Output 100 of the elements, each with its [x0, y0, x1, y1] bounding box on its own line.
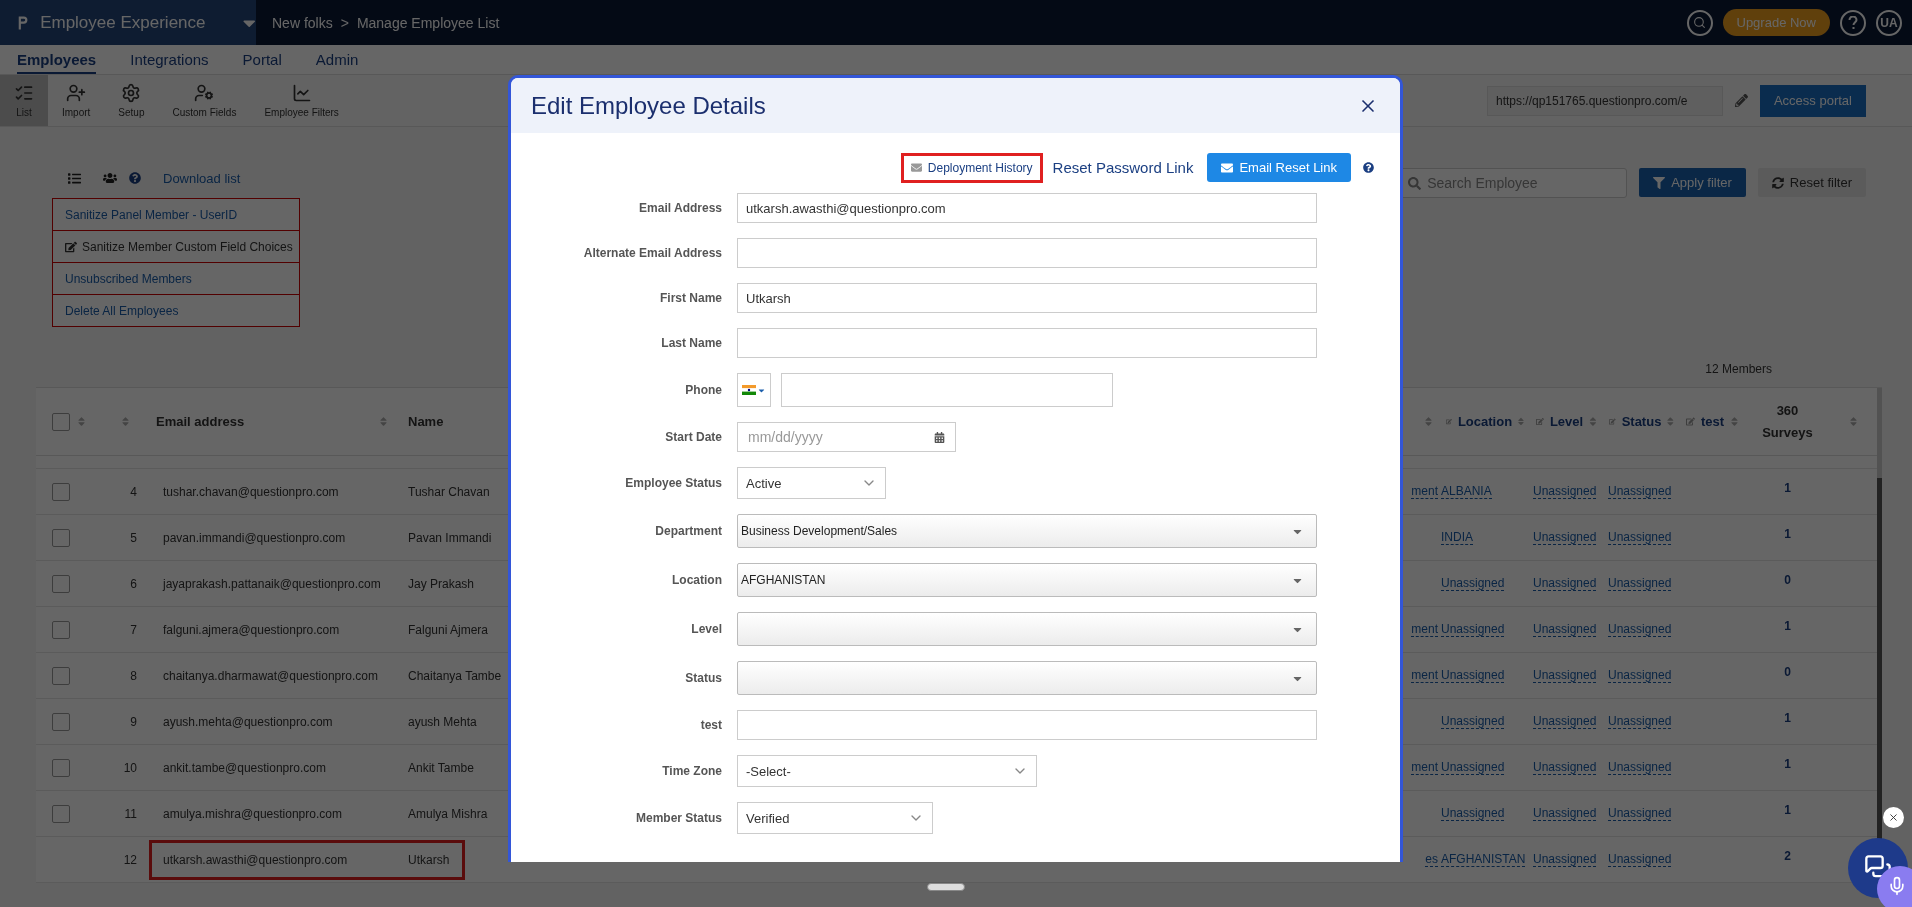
- select-field[interactable]: Active: [737, 467, 886, 499]
- location-cell[interactable]: Unassigned: [1441, 576, 1505, 591]
- status-cell[interactable]: Unassigned: [1608, 668, 1672, 683]
- department-cell[interactable]: ment: [1411, 622, 1438, 637]
- level-cell[interactable]: Unassigned: [1533, 484, 1597, 499]
- nav-tab[interactable]: Admin: [315, 51, 359, 74]
- status-cell[interactable]: Unassigned: [1608, 806, 1672, 821]
- location-cell[interactable]: Unassigned: [1441, 668, 1505, 683]
- edit-icon[interactable]: [1686, 416, 1695, 427]
- sort-icon[interactable]: [1589, 416, 1597, 427]
- surveys-count[interactable]: 1: [1745, 618, 1830, 641]
- row-checkbox[interactable]: [52, 712, 70, 731]
- status-cell[interactable]: Unassigned: [1608, 576, 1672, 591]
- list-icon[interactable]: [68, 171, 81, 185]
- level-cell[interactable]: Unassigned: [1533, 852, 1597, 867]
- menu-item[interactable]: Sanitize Panel Member - UserID: [52, 198, 300, 231]
- search-button[interactable]: [1686, 9, 1713, 36]
- text-field[interactable]: [737, 328, 1317, 358]
- menu-item[interactable]: Unsubscribed Members: [52, 262, 300, 295]
- access-portal-button[interactable]: Access portal: [1759, 84, 1866, 117]
- sort-icon[interactable]: [1730, 416, 1739, 427]
- location-cell[interactable]: Unassigned: [1441, 806, 1505, 821]
- location-cell[interactable]: ALBANIA: [1441, 484, 1492, 499]
- sort-icon[interactable]: [1518, 416, 1524, 427]
- row-checkbox[interactable]: [52, 666, 70, 685]
- row-checkbox[interactable]: [52, 758, 70, 777]
- department-cell[interactable]: ment: [1411, 484, 1438, 499]
- help-icon[interactable]: [1363, 162, 1374, 173]
- drag-handle[interactable]: [927, 883, 965, 891]
- location-cell[interactable]: INDIA: [1441, 530, 1473, 545]
- sort-icon[interactable]: [1848, 416, 1859, 427]
- department-cell[interactable]: ment: [1411, 760, 1438, 775]
- status-cell[interactable]: Unassigned: [1608, 714, 1672, 729]
- sort-icon[interactable]: [378, 416, 389, 427]
- edit-icon[interactable]: [1536, 416, 1544, 427]
- level-cell[interactable]: Unassigned: [1533, 530, 1597, 545]
- menu-item[interactable]: Sanitize Member Custom Field Choices: [52, 230, 300, 263]
- user-avatar[interactable]: UA: [1876, 9, 1902, 36]
- calendar-icon[interactable]: [934, 431, 945, 443]
- status-cell[interactable]: Unassigned: [1608, 484, 1672, 499]
- apply-filter-button[interactable]: Apply filter: [1639, 168, 1746, 197]
- menu-item[interactable]: Delete All Employees: [52, 294, 300, 327]
- row-checkbox[interactable]: [52, 620, 70, 639]
- select-field[interactable]: -Select-: [737, 755, 1037, 787]
- download-list-link[interactable]: Download list: [163, 170, 241, 186]
- text-field[interactable]: [737, 710, 1317, 740]
- edit-icon[interactable]: [1609, 416, 1616, 427]
- text-field[interactable]: Utkarsh: [737, 283, 1317, 313]
- level-cell[interactable]: Unassigned: [1533, 576, 1597, 591]
- reset-password-link[interactable]: Reset Password Link: [1052, 159, 1194, 176]
- surveys-count[interactable]: 1: [1745, 756, 1830, 779]
- level-cell[interactable]: Unassigned: [1533, 714, 1597, 729]
- location-cell[interactable]: Unassigned: [1441, 714, 1505, 729]
- nav-tab[interactable]: Portal: [242, 51, 282, 74]
- users-icon[interactable]: [103, 171, 117, 185]
- location-cell[interactable]: Unassigned: [1441, 622, 1505, 637]
- status-cell[interactable]: Unassigned: [1608, 530, 1672, 545]
- country-picker[interactable]: [737, 373, 771, 407]
- nav-tab[interactable]: Integrations: [130, 51, 209, 74]
- dropdown-field[interactable]: [737, 612, 1317, 646]
- surveys-count[interactable]: 1: [1745, 710, 1830, 733]
- dropdown-field[interactable]: AFGHANISTAN: [737, 563, 1317, 597]
- upgrade-button[interactable]: Upgrade Now: [1722, 9, 1830, 36]
- department-cell[interactable]: ment: [1411, 668, 1438, 683]
- sort-icon[interactable]: [1667, 416, 1674, 427]
- location-cell[interactable]: AFGHANISTAN: [1441, 852, 1526, 867]
- surveys-count[interactable]: 1: [1745, 526, 1830, 549]
- status-cell[interactable]: Unassigned: [1608, 760, 1672, 775]
- phone-field[interactable]: [781, 373, 1113, 407]
- row-checkbox[interactable]: [52, 804, 70, 823]
- date-field[interactable]: mm/dd/yyyy: [737, 422, 956, 452]
- text-field[interactable]: utkarsh.awasthi@questionpro.com: [737, 193, 1317, 223]
- deployment-history-button[interactable]: Deployment History: [900, 152, 1043, 183]
- dropdown-field[interactable]: [737, 661, 1317, 695]
- department-cell[interactable]: es: [1425, 852, 1438, 867]
- level-cell[interactable]: Unassigned: [1533, 668, 1597, 683]
- sort-icon[interactable]: [76, 416, 87, 427]
- reset-filter-button[interactable]: Reset filter: [1757, 168, 1866, 197]
- status-cell[interactable]: Unassigned: [1608, 852, 1672, 867]
- select-field[interactable]: Verified: [737, 802, 933, 834]
- surveys-count[interactable]: 0: [1745, 664, 1830, 687]
- breadcrumb-link[interactable]: New folks: [272, 14, 333, 31]
- pencil-icon[interactable]: [1734, 94, 1748, 107]
- surveys-count[interactable]: 0: [1745, 572, 1830, 595]
- level-cell[interactable]: Unassigned: [1533, 622, 1597, 637]
- surveys-count[interactable]: 1: [1745, 802, 1830, 825]
- select-all-checkbox[interactable]: [52, 412, 70, 431]
- dropdown-field[interactable]: Business Development/Sales: [737, 514, 1317, 548]
- text-field[interactable]: [737, 238, 1317, 268]
- surveys-count[interactable]: 1: [1745, 480, 1830, 503]
- sort-icon[interactable]: [119, 416, 131, 427]
- row-checkbox[interactable]: [52, 482, 70, 501]
- email-reset-link-button[interactable]: Email Reset Link: [1207, 153, 1351, 182]
- edit-icon[interactable]: [1446, 416, 1452, 427]
- help-button[interactable]: [1840, 9, 1866, 36]
- level-cell[interactable]: Unassigned: [1533, 760, 1597, 775]
- sort-icon[interactable]: [1423, 416, 1434, 427]
- level-cell[interactable]: Unassigned: [1533, 806, 1597, 821]
- status-cell[interactable]: Unassigned: [1608, 622, 1672, 637]
- row-checkbox[interactable]: [52, 574, 70, 593]
